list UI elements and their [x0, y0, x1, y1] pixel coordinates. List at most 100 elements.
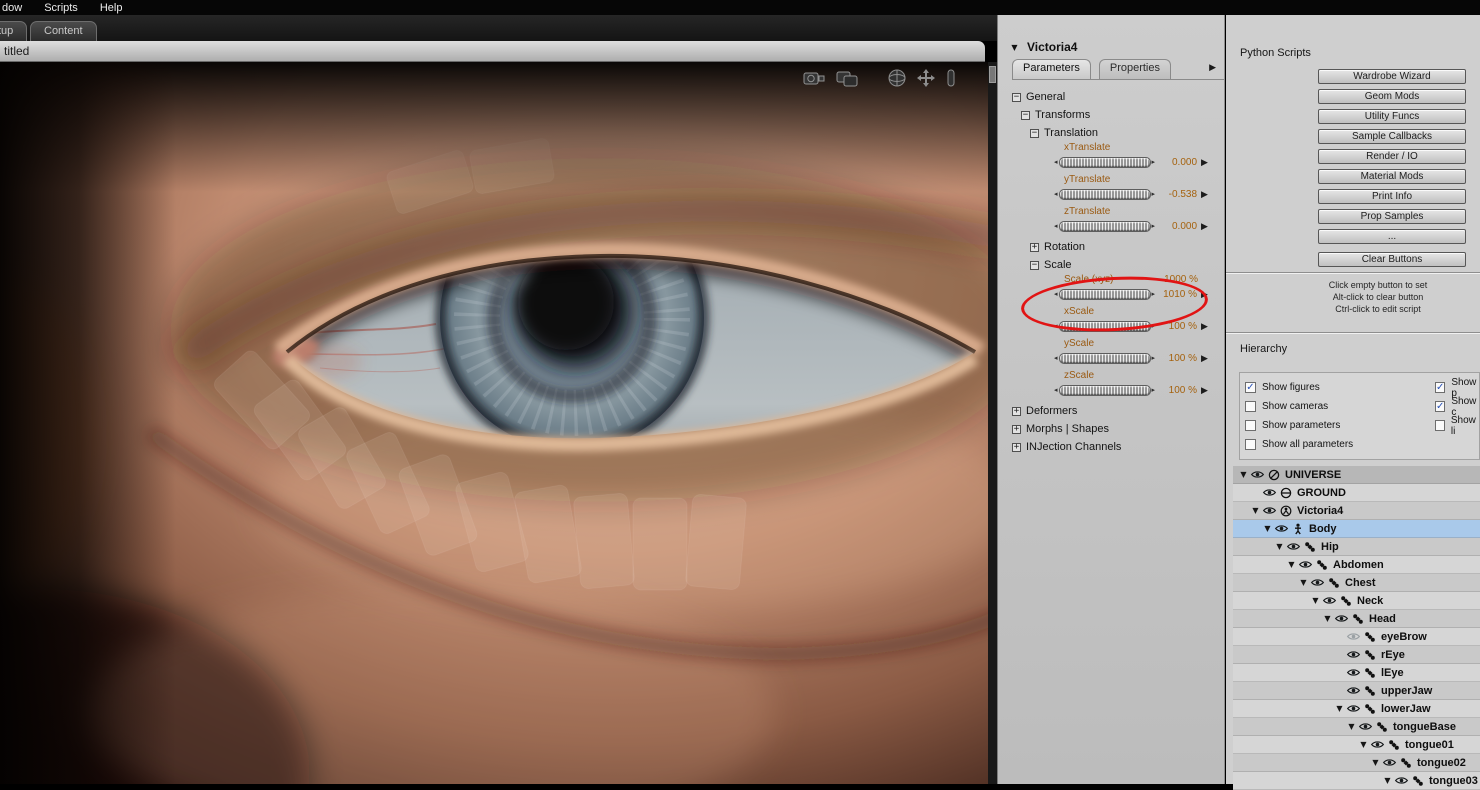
collapse-box-icon[interactable]: −: [1030, 128, 1039, 138]
dial-increment-icon[interactable]: ▸: [1152, 386, 1156, 395]
visibility-eye-icon[interactable]: [1346, 632, 1361, 641]
expander-triangle-icon[interactable]: ▼: [1357, 740, 1370, 749]
dial-value[interactable]: 1010 %: [1157, 289, 1197, 300]
expander-triangle-icon[interactable]: ▼: [1309, 596, 1322, 605]
hierarchy-item-body[interactable]: ▼ Body: [1233, 520, 1480, 538]
filter-show-c[interactable]: ✓ Show c: [1430, 396, 1479, 418]
dial-slider[interactable]: [1058, 157, 1151, 168]
scrollbar-thumb[interactable]: [989, 66, 996, 83]
dial-increment-icon[interactable]: ▸: [1152, 190, 1156, 199]
inout-icon[interactable]: [945, 68, 957, 88]
expander-triangle-icon[interactable]: ▼: [1261, 524, 1274, 533]
hierarchy-item-reye[interactable]: rEye: [1233, 646, 1480, 664]
dial-increment-icon[interactable]: ▸: [1152, 158, 1156, 167]
group-morphs-shapes[interactable]: + Morphs | Shapes: [998, 420, 1224, 438]
visibility-eye-icon[interactable]: [1370, 740, 1385, 749]
hierarchy-item-hip[interactable]: ▼ Hip: [1233, 538, 1480, 556]
menu-scripts[interactable]: Scripts: [33, 2, 89, 14]
dial-options-arrow-icon[interactable]: ▶: [1201, 158, 1208, 168]
hierarchy-item-abdomen[interactable]: ▼ Abdomen: [1233, 556, 1480, 574]
viewport-scrollbar[interactable]: [988, 62, 997, 784]
expand-box-icon[interactable]: +: [1012, 424, 1021, 434]
hierarchy-item-head[interactable]: ▼ Head: [1233, 610, 1480, 628]
dial-options-arrow-icon[interactable]: ▶: [1201, 222, 1208, 232]
dial-increment-icon[interactable]: ▸: [1152, 222, 1156, 231]
dial-decrement-icon[interactable]: ◂: [1054, 190, 1058, 199]
translate-icon[interactable]: [916, 68, 936, 88]
menu-dow[interactable]: dow: [0, 2, 33, 14]
expand-box-icon[interactable]: +: [1012, 442, 1021, 452]
hierarchy-item-tongue02[interactable]: ▼ tongue02: [1233, 754, 1480, 772]
dial-value[interactable]: -0.538: [1157, 189, 1197, 200]
python-button-utility-funcs[interactable]: Utility Funcs: [1318, 109, 1466, 124]
dial-decrement-icon[interactable]: ◂: [1054, 290, 1058, 299]
collapse-box-icon[interactable]: −: [1030, 260, 1039, 270]
expander-triangle-icon[interactable]: ▼: [1369, 758, 1382, 767]
checkbox[interactable]: [1245, 401, 1256, 412]
dial-slider[interactable]: [1058, 289, 1151, 300]
camera-icon[interactable]: [802, 69, 826, 87]
panel-menu-arrow-icon[interactable]: ▶: [1209, 63, 1216, 73]
expand-box-icon[interactable]: +: [1012, 406, 1021, 416]
dial-value[interactable]: 100 %: [1157, 385, 1197, 396]
expander-triangle-icon[interactable]: ▼: [1273, 542, 1286, 551]
hierarchy-item-victoria4[interactable]: ▼ Victoria4: [1233, 502, 1480, 520]
cameras-pair-icon[interactable]: [835, 69, 861, 87]
python-button-sample-callbacks[interactable]: Sample Callbacks: [1318, 129, 1466, 144]
python-button-geom-mods[interactable]: Geom Mods: [1318, 89, 1466, 104]
visibility-eye-icon[interactable]: [1286, 542, 1301, 551]
group-scale[interactable]: − Scale: [998, 256, 1224, 274]
hierarchy-item-lowerjaw[interactable]: ▼ lowerJaw: [1233, 700, 1480, 718]
dial-decrement-icon[interactable]: ◂: [1054, 222, 1058, 231]
dial-decrement-icon[interactable]: ◂: [1054, 322, 1058, 331]
visibility-eye-icon[interactable]: [1322, 596, 1337, 605]
checkbox[interactable]: ✓: [1435, 382, 1446, 393]
tab-parameters[interactable]: Parameters: [1012, 59, 1091, 79]
dial-decrement-icon[interactable]: ◂: [1054, 386, 1058, 395]
python-button-material-mods[interactable]: Material Mods: [1318, 169, 1466, 184]
dial-options-arrow-icon[interactable]: ▶: [1201, 322, 1208, 332]
collapse-box-icon[interactable]: −: [1012, 92, 1021, 102]
filter-show-all-parameters[interactable]: Show all parameters: [1240, 435, 1479, 454]
hierarchy-item-leye[interactable]: lEye: [1233, 664, 1480, 682]
checkbox[interactable]: ✓: [1435, 401, 1446, 412]
visibility-eye-icon[interactable]: [1346, 668, 1361, 677]
hierarchy-item-eyebrow[interactable]: eyeBrow: [1233, 628, 1480, 646]
expand-box-icon[interactable]: +: [1030, 242, 1039, 252]
hierarchy-item-tongue03[interactable]: ▼ tongue03: [1233, 772, 1480, 790]
figure-selector[interactable]: ▼ Victoria4: [1008, 40, 1224, 54]
expander-triangle-icon[interactable]: ▼: [1297, 578, 1310, 587]
visibility-eye-icon[interactable]: [1310, 578, 1325, 587]
python-button-clear-buttons[interactable]: Clear Buttons: [1318, 252, 1466, 267]
dial-value[interactable]: 0.000: [1157, 221, 1197, 232]
visibility-eye-icon[interactable]: [1346, 686, 1361, 695]
dial-slider[interactable]: [1058, 221, 1151, 232]
visibility-eye-icon[interactable]: [1346, 704, 1361, 713]
dial-value[interactable]: 100 %: [1157, 321, 1197, 332]
visibility-eye-icon[interactable]: [1274, 524, 1289, 533]
expander-triangle-icon[interactable]: ▼: [1321, 614, 1334, 623]
dial-slider[interactable]: [1058, 321, 1151, 332]
filter-show-p[interactable]: ✓ Show p: [1430, 377, 1479, 399]
expander-triangle-icon[interactable]: ▼: [1249, 506, 1262, 515]
hierarchy-item-chest[interactable]: ▼ Chest: [1233, 574, 1480, 592]
trackball-icon[interactable]: [887, 68, 907, 88]
group-deformers[interactable]: + Deformers: [998, 402, 1224, 420]
hierarchy-item-neck[interactable]: ▼ Neck: [1233, 592, 1480, 610]
expander-triangle-icon[interactable]: ▼: [1345, 722, 1358, 731]
filter-show-li[interactable]: Show li: [1430, 415, 1479, 437]
expander-triangle-icon[interactable]: ▼: [1237, 470, 1250, 479]
dial-options-arrow-icon[interactable]: ▶: [1201, 290, 1208, 300]
hierarchy-item-ground[interactable]: GROUND: [1233, 484, 1480, 502]
room-tab-content[interactable]: Content: [30, 21, 97, 41]
visibility-eye-icon[interactable]: [1358, 722, 1373, 731]
checkbox[interactable]: ✓: [1245, 382, 1256, 393]
group-rotation[interactable]: + Rotation: [998, 238, 1224, 256]
python-button-empty[interactable]: ...: [1318, 229, 1466, 244]
visibility-eye-icon[interactable]: [1250, 470, 1265, 479]
dial-value[interactable]: 0.000: [1157, 157, 1197, 168]
room-tab-tup[interactable]: tup: [0, 21, 28, 41]
dial-slider[interactable]: [1058, 189, 1151, 200]
menu-help[interactable]: Help: [89, 2, 134, 14]
hierarchy-item-tonguebase[interactable]: ▼ tongueBase: [1233, 718, 1480, 736]
